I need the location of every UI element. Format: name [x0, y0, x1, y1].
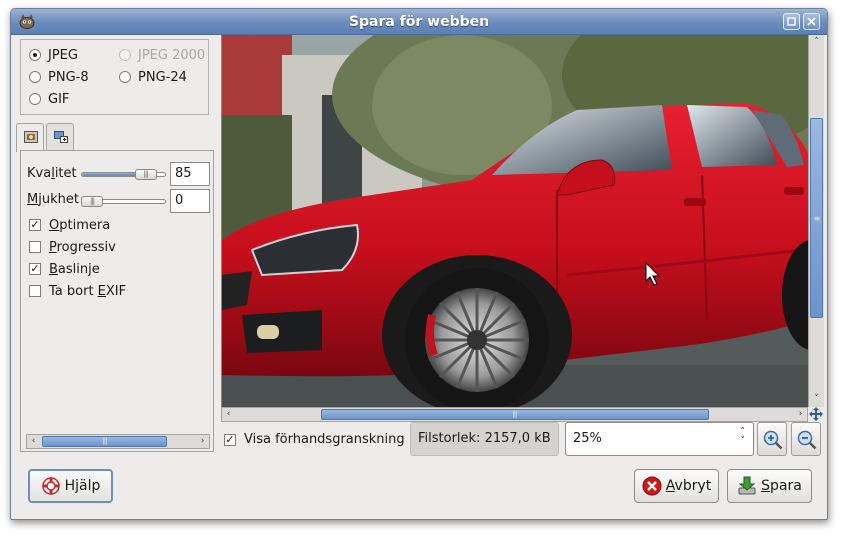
radio-label: GIF — [48, 91, 70, 107]
help-lifebuoy-icon — [41, 477, 60, 495]
checkbox-progressive[interactable]: Progressiv — [29, 238, 116, 256]
resize-icon — [54, 131, 68, 143]
check-label: Optimera — [49, 217, 111, 233]
radio-label: JPEG — [48, 47, 78, 63]
scroll-up-arrow-icon[interactable]: ˄ — [810, 36, 823, 49]
quality-slider-handle[interactable]: ||| — [134, 169, 157, 180]
format-group: JPEG JPEG 2000 PNG-8 PNG-24 GIF — [20, 39, 209, 115]
checkbox-remove-exif[interactable]: Ta bort EXIF — [29, 282, 126, 300]
zoom-value: 25% — [573, 431, 602, 446]
radio-jpeg2000: JPEG 2000 — [119, 46, 205, 64]
radio-indicator[interactable] — [29, 49, 41, 61]
preview-horizontal-scrollbar[interactable]: ‹ ||| › — [221, 407, 808, 422]
smoothing-slider-handle[interactable]: ||| — [81, 196, 103, 207]
radio-label: PNG-8 — [48, 69, 89, 85]
save-download-icon — [738, 476, 756, 495]
close-icon — [807, 17, 816, 26]
cancel-button[interactable]: Avbryt — [634, 469, 719, 503]
cancel-icon — [642, 476, 662, 496]
check-indicator[interactable]: ✓ — [224, 433, 236, 446]
preview-toolbar: ✓ Visa förhandsgranskning Filstorlek: 21… — [221, 422, 824, 460]
zoom-in-icon — [763, 430, 783, 450]
window-title: Spara för webben — [348, 14, 490, 30]
check-indicator[interactable]: ✓ — [29, 219, 41, 231]
quality-spin-entry[interactable]: 85 — [170, 162, 210, 186]
filesize-display: Filstorlek: 2157,0 kB — [410, 422, 559, 456]
check-indicator[interactable]: ✓ — [29, 263, 41, 275]
jpeg-settings-panel: Kvalitet ||| 85 Mjukhet ||| 0 ✓ Optimera… — [20, 150, 214, 452]
car-photo-preview — [222, 35, 808, 407]
radio-gif[interactable]: GIF — [29, 90, 69, 108]
maximize-icon — [787, 17, 796, 26]
zoom-out-icon — [797, 430, 817, 450]
image-settings-icon — [24, 131, 38, 143]
show-preview-toggle[interactable]: ✓ Visa förhandsgranskning — [224, 432, 405, 447]
checkbox-baseline[interactable]: ✓ Baslinje — [29, 260, 100, 278]
check-label: Progressiv — [49, 239, 116, 255]
close-button[interactable] — [803, 13, 820, 30]
zoom-out-button[interactable] — [791, 422, 821, 456]
quality-label: Kvalitet — [27, 166, 77, 181]
maximize-button[interactable] — [783, 13, 800, 30]
radio-jpeg[interactable]: JPEG — [29, 46, 78, 64]
vertical-scrollbar-thumb[interactable]: ≡ — [810, 118, 823, 319]
help-label: Hjälp — [64, 478, 101, 494]
smoothing-spin-entry[interactable]: 0 — [170, 189, 210, 213]
help-button[interactable]: Hjälp — [28, 469, 113, 503]
check-label: Ta bort EXIF — [49, 283, 127, 299]
radio-indicator[interactable] — [29, 93, 41, 105]
radio-indicator — [119, 49, 131, 61]
title-bar[interactable]: Spara för webben — [11, 9, 827, 35]
radio-png8[interactable]: PNG-8 — [29, 68, 89, 86]
check-label: Baslinje — [49, 261, 100, 277]
check-indicator[interactable] — [29, 285, 41, 297]
smoothing-label: Mjukhet — [27, 192, 79, 207]
radio-indicator[interactable] — [119, 71, 131, 83]
updown-arrows-icon: ˄ ˅ — [740, 427, 746, 446]
tab-image-settings[interactable] — [16, 123, 44, 152]
scroll-right-arrow-icon[interactable]: › — [196, 435, 209, 448]
save-for-web-dialog: Spara för webben JPEG JPEG 2000 PNG-8 PN… — [10, 8, 828, 520]
cancel-label: Avbryt — [665, 478, 712, 494]
zoom-combo[interactable]: 25% ˄ ˅ — [565, 422, 754, 456]
scroll-left-arrow-icon[interactable]: ‹ — [222, 408, 235, 421]
radio-png24[interactable]: PNG-24 — [119, 68, 187, 86]
scrollbar-thumb[interactable]: ||| — [42, 436, 167, 447]
horizontal-scrollbar-thumb[interactable]: ||| — [320, 409, 709, 420]
save-button[interactable]: Spara — [727, 469, 812, 503]
preview-vertical-scrollbar[interactable]: ˄ ≡ ˅ — [808, 35, 824, 407]
radio-label: PNG-24 — [138, 69, 187, 85]
check-indicator[interactable] — [29, 241, 41, 253]
radio-label: JPEG 2000 — [138, 47, 206, 63]
scroll-right-arrow-icon[interactable]: › — [794, 408, 807, 421]
show-preview-label: Visa förhandsgranskning — [244, 432, 405, 447]
settings-horizontal-scrollbar[interactable]: ‹ ||| › — [26, 434, 210, 449]
tab-resize[interactable] — [46, 123, 74, 151]
navigate-icon[interactable] — [808, 406, 824, 422]
scroll-left-arrow-icon[interactable]: ‹ — [27, 435, 40, 448]
image-preview[interactable] — [221, 35, 808, 407]
radio-indicator[interactable] — [29, 71, 41, 83]
save-label: Spara — [761, 478, 802, 494]
scroll-down-arrow-icon[interactable]: ˅ — [810, 393, 823, 406]
checkbox-optimize[interactable]: ✓ Optimera — [29, 216, 110, 234]
zoom-in-button[interactable] — [757, 422, 787, 456]
